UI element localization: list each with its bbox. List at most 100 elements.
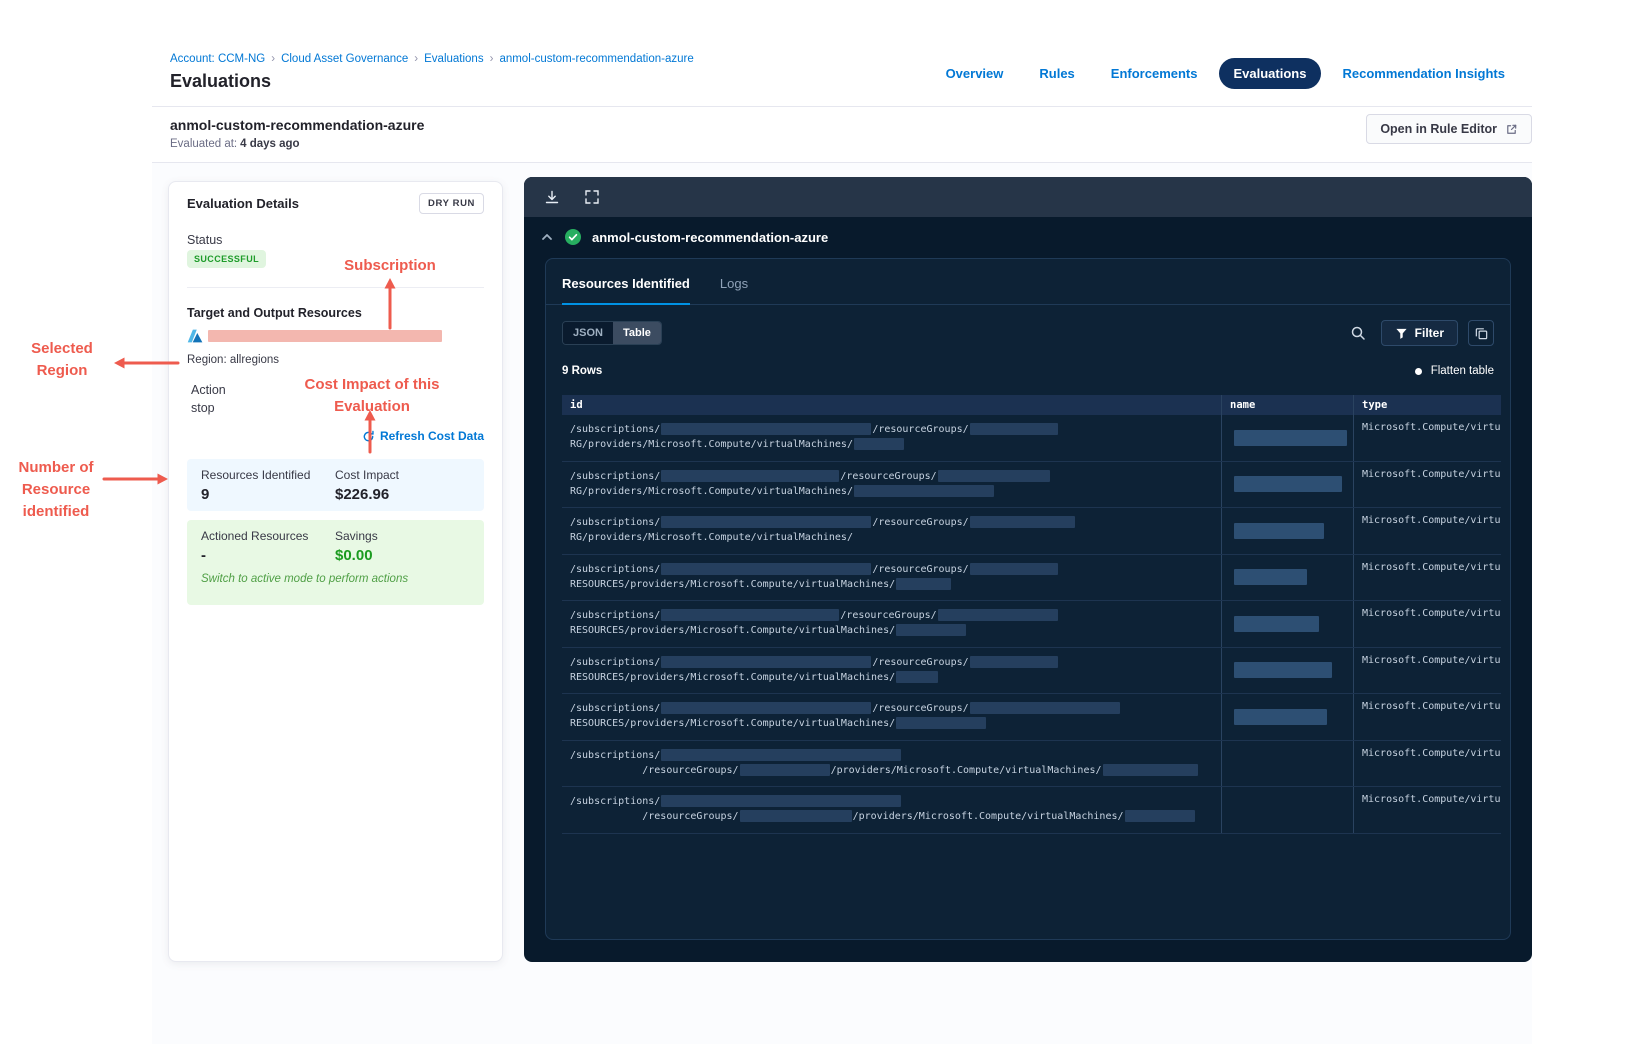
id-line: /resourceGroups/ /providers/Microsoft.Com… (570, 809, 1213, 824)
fullscreen-button[interactable] (584, 189, 600, 205)
tab-logs[interactable]: Logs (720, 276, 748, 304)
table-row[interactable]: /subscriptions/ /resourceGroups/RESOURCES… (562, 694, 1501, 741)
redacted-block (661, 655, 872, 668)
view-toggle-table[interactable]: Table (612, 322, 661, 344)
redacted-block (896, 624, 967, 636)
redacted-block (1234, 569, 1307, 586)
nav-item-overview[interactable]: Overview (931, 58, 1019, 89)
cell-type: Microsoft.Compute/virtu (1353, 694, 1501, 740)
refresh-cost-data-label: Refresh Cost Data (379, 429, 484, 443)
refresh-cost-data-link[interactable]: Refresh Cost Data (362, 429, 484, 443)
id-text: /resourceGroups/ (872, 563, 969, 575)
redacted-block (853, 484, 994, 497)
collapse-section-button[interactable] (540, 230, 554, 244)
annotation-selected-region: Selected Region (31, 340, 93, 379)
resources-identified-label: Resources Identified (201, 468, 311, 482)
column-header-type[interactable]: type (1353, 395, 1501, 415)
column-header-name[interactable]: name (1221, 395, 1353, 415)
id-text: /resourceGroups/ (872, 517, 969, 528)
id-text: /subscriptions/ (570, 610, 661, 621)
id-text: /subscriptions/ (570, 517, 661, 528)
table-row[interactable]: /subscriptions/ /resourceGroups/RESOURCES… (562, 554, 1501, 601)
cell-type: Microsoft.Compute/virtu (1353, 601, 1501, 647)
id-line: RESOURCES/providers/Microsoft.Compute/vi… (570, 670, 1213, 685)
cell-type: Microsoft.Compute/virtu (1353, 461, 1501, 507)
tab-resources-identified[interactable]: Resources Identified (562, 276, 690, 305)
id-text: /subscriptions/ (570, 424, 661, 435)
nav-item-rules[interactable]: Rules (1024, 58, 1089, 89)
id-text: /resourceGroups/ (840, 610, 937, 621)
nav-item-enforcements[interactable]: Enforcements (1096, 58, 1213, 89)
content-area: Evaluation Details DRY RUN Status SUCCES… (152, 163, 1532, 1044)
breadcrumb-separator: › (414, 53, 419, 65)
cell-type: Microsoft.Compute/virtu (1353, 415, 1501, 461)
cell-name (1221, 508, 1353, 554)
breadcrumb-item[interactable]: Evaluations (424, 53, 483, 65)
cell-id: /subscriptions/ /resourceGroups/ /provide… (562, 741, 1221, 787)
download-button[interactable] (544, 189, 560, 205)
redacted-block (969, 655, 1058, 668)
cell-type: Microsoft.Compute/virtu (1353, 508, 1501, 554)
breadcrumb-item[interactable]: Cloud Asset Governance (281, 53, 408, 65)
main-area: Account: CCM-NG › Cloud Asset Governance › E… (152, 0, 1532, 1044)
redacted-block (661, 748, 902, 761)
action-value: stop (191, 401, 215, 415)
table-row[interactable]: /subscriptions/ /resourceGroups/ /provide… (562, 787, 1501, 834)
id-text: RESOURCES/providers/Microsoft.Compute/vi… (570, 578, 896, 590)
status-label: Status (187, 233, 223, 247)
view-toggle-json[interactable]: JSON (563, 322, 613, 344)
header-divider (152, 106, 1532, 107)
flatten-table-label: Flatten table (1430, 365, 1494, 377)
nav-item-evaluations[interactable]: Evaluations (1218, 58, 1322, 89)
table-row[interactable]: /subscriptions/ /resourceGroups/RG/provid… (562, 508, 1501, 555)
table-row[interactable]: /subscriptions/ /resourceGroups/RG/provid… (562, 461, 1501, 508)
open-rule-editor-button[interactable]: Open in Rule Editor (1366, 114, 1532, 144)
toolbar-right: Filter (1345, 320, 1494, 346)
cell-name (1221, 554, 1353, 600)
column-header-id[interactable]: id (562, 395, 1221, 415)
page: Account: CCM-NG › Cloud Asset Governance › E… (0, 0, 1648, 1044)
redacted-subscription-bar (208, 330, 442, 342)
cell-id: /subscriptions/ /resourceGroups/RESOURCES… (562, 694, 1221, 740)
id-line: RESOURCES/providers/Microsoft.Compute/vi… (570, 623, 1213, 638)
breadcrumb-item[interactable]: Account: CCM-NG (170, 53, 265, 65)
redacted-block (739, 810, 852, 822)
cell-name (1221, 694, 1353, 740)
id-text: RG/providers/Microsoft.Compute/virtualMa… (570, 532, 853, 543)
cell-name (1221, 415, 1353, 461)
cell-id: /subscriptions/ /resourceGroups/RG/provid… (562, 462, 1221, 508)
redacted-block (1234, 522, 1324, 539)
evaluated-at-value: 4 days ago (240, 138, 300, 150)
flatten-table-toggle[interactable]: Flatten table (1414, 365, 1494, 377)
id-text: /subscriptions/ (570, 656, 661, 668)
filter-button[interactable]: Filter (1380, 320, 1458, 346)
cell-name (1221, 461, 1353, 507)
cell-name (1221, 601, 1353, 647)
card-divider (187, 287, 484, 288)
active-mode-note: Switch to active mode to perform actions (201, 573, 409, 585)
copy-button[interactable] (1468, 320, 1494, 346)
id-text: /subscriptions/ (570, 796, 661, 807)
id-line: RESOURCES/providers/Microsoft.Compute/vi… (570, 716, 1213, 731)
redacted-block (969, 562, 1058, 575)
search-button[interactable] (1345, 320, 1371, 346)
flatten-radio-dot (1414, 367, 1422, 375)
breadcrumb-item[interactable]: anmol-custom-recommendation-azure (499, 53, 693, 65)
table-row[interactable]: /subscriptions/ /resourceGroups/ /provide… (562, 740, 1501, 787)
table-row[interactable]: /subscriptions/ /resourceGroups/RESOURCES… (562, 647, 1501, 694)
azure-icon (187, 329, 203, 343)
search-icon (1351, 326, 1365, 340)
cell-type: Microsoft.Compute/virtu (1353, 787, 1501, 833)
id-text: /subscriptions/ (570, 703, 661, 714)
redacted-block (1234, 708, 1327, 725)
id-line: /subscriptions/ /resourceGroups/ (570, 701, 1213, 716)
table-row[interactable]: /subscriptions/ /resourceGroups/RESOURCES… (562, 601, 1501, 648)
cell-id: /subscriptions/ /resourceGroups/RESOURCES… (562, 601, 1221, 647)
redacted-block (969, 423, 1058, 435)
cell-type: Microsoft.Compute/virtu (1353, 554, 1501, 600)
nav-item-recommendation-insights[interactable]: Recommendation Insights (1327, 58, 1520, 89)
breadcrumb-separator: › (271, 53, 276, 65)
savings-metric: Savings $0.00 (335, 529, 378, 564)
table-row[interactable]: /subscriptions/ /resourceGroups/RG/provid… (562, 415, 1501, 462)
resources-cost-box: Resources Identified 9 Cost Impact $226.… (187, 459, 484, 511)
